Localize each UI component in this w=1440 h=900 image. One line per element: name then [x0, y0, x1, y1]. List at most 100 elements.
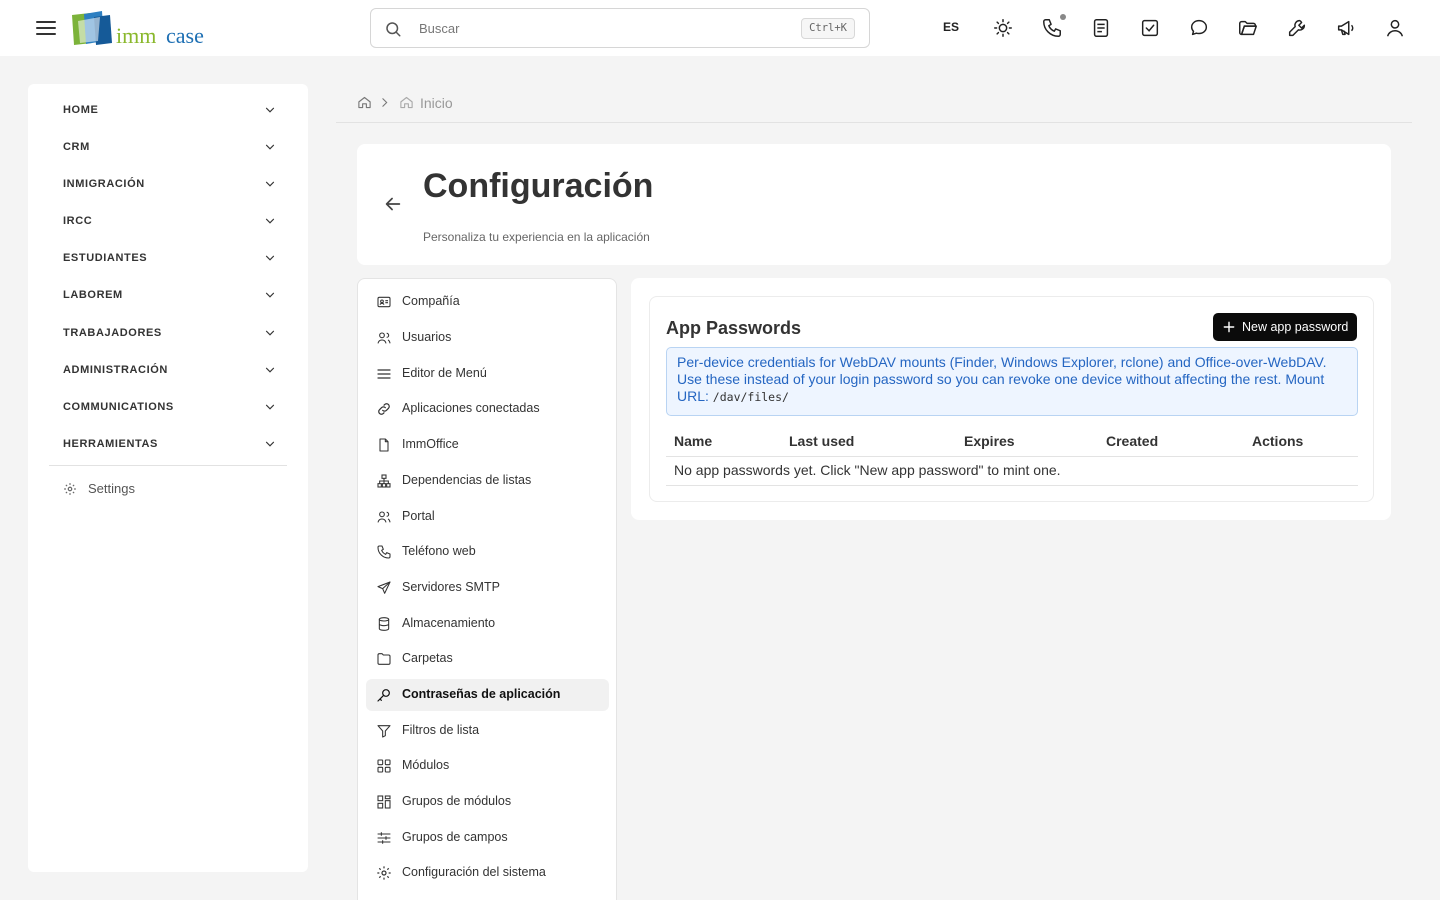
settings-item-label: Grupos de módulos: [402, 794, 512, 808]
page-subtitle: Personaliza tu experiencia en la aplicac…: [423, 230, 650, 244]
settings-item-label: Almacenamiento: [402, 616, 496, 630]
send-icon: [377, 581, 391, 594]
table-row-divider: [666, 485, 1358, 486]
gear-icon: [377, 866, 391, 880]
tasks-icon[interactable]: [1139, 17, 1161, 39]
home-icon[interactable]: [357, 95, 372, 110]
section-title: App Passwords: [666, 318, 802, 338]
link-icon: [378, 403, 390, 415]
nav-item-label: INMIGRACIÓN: [63, 178, 145, 190]
mount-url: /dav/files/: [712, 390, 789, 404]
filter-icon: [377, 725, 391, 738]
settings-item-almacenamiento[interactable]: Almacenamiento: [366, 608, 609, 640]
grid-icon: [377, 759, 391, 773]
nav-item-label: HERRAMIENTAS: [63, 438, 158, 450]
sidebar-divider: [49, 465, 287, 466]
settings-item-dependencias[interactable]: Dependencias de listas: [366, 465, 609, 497]
search-input[interactable]: [419, 18, 779, 38]
plus-icon: [1223, 321, 1235, 333]
column-header-expires: Expires: [964, 433, 1015, 449]
notification-dot: [1060, 14, 1066, 20]
settings-item-immoffice[interactable]: ImmOffice: [366, 429, 609, 461]
phone-icon: [377, 545, 391, 559]
new-app-password-button[interactable]: New app password: [1213, 313, 1357, 341]
language-switcher[interactable]: ES: [940, 20, 962, 34]
nav-item-inmigracion[interactable]: INMIGRACIÓN: [63, 175, 277, 195]
settings-item-compania[interactable]: Compañía: [366, 286, 609, 318]
chevron-down-icon: [265, 367, 275, 373]
breadcrumb-divider: [336, 122, 1412, 123]
settings-item-grupos-modulos[interactable]: Grupos de módulos: [366, 786, 609, 818]
hamburger-menu-icon[interactable]: [34, 16, 58, 40]
chevron-down-icon: [265, 404, 275, 410]
nav-item-estudiantes[interactable]: ESTUDIANTES: [63, 249, 277, 269]
nav-item-laborem[interactable]: LABOREM: [63, 286, 277, 306]
back-arrow-icon[interactable]: [382, 193, 404, 215]
chevron-down-icon: [265, 441, 275, 447]
megaphone-icon[interactable]: [1335, 17, 1357, 39]
id-card-icon: [377, 296, 391, 308]
settings-item-grupos-campos[interactable]: Grupos de campos: [366, 822, 609, 854]
hierarchy-icon: [377, 474, 391, 488]
settings-label: Settings: [88, 481, 135, 496]
nav-item-label: ADMINISTRACIÓN: [63, 364, 168, 376]
nav-item-crm[interactable]: CRM: [63, 138, 277, 158]
new-app-password-label: New app password: [1242, 320, 1349, 334]
nav-item-label: COMMUNICATIONS: [63, 401, 174, 413]
settings-item-telefono-web[interactable]: Teléfono web: [366, 536, 609, 568]
chat-icon[interactable]: [1188, 17, 1210, 39]
settings-item-aplicaciones-conectadas[interactable]: Aplicaciones conectadas: [366, 393, 609, 425]
gear-icon: [64, 483, 76, 495]
settings-item-usuarios[interactable]: Usuarios: [366, 322, 609, 354]
column-header-created: Created: [1106, 433, 1159, 449]
settings-item-contrasenas-aplicacion[interactable]: Contraseñas de aplicación: [366, 679, 609, 711]
sliders-icon: [377, 832, 391, 844]
settings-item-label: Grupos de campos: [402, 830, 508, 844]
logo-text-case: case: [166, 23, 204, 48]
nav-item-label: IRCC: [63, 215, 93, 227]
nav-item-label: TRABAJADORES: [63, 327, 162, 339]
nav-item-ircc[interactable]: IRCC: [63, 212, 277, 232]
page-title: Configuración: [423, 167, 654, 205]
settings-item-label: Módulos: [402, 758, 450, 772]
app-passwords-panel: App Passwords New app password Per-devic…: [631, 278, 1391, 520]
page-header-card: Configuración Personaliza tu experiencia…: [357, 144, 1391, 265]
app-passwords-card: App Passwords New app password Per-devic…: [649, 296, 1374, 502]
nav-item-herramientas[interactable]: HERRAMIENTAS: [63, 435, 277, 455]
nav-item-home[interactable]: HOME: [63, 101, 277, 121]
sun-icon[interactable]: [992, 17, 1014, 39]
settings-item-editor-menu[interactable]: Editor de Menú: [366, 358, 609, 390]
settings-menu: Compañía Usuarios Editor de Menú Aplicac…: [357, 278, 617, 900]
chevron-down-icon: [265, 330, 275, 336]
breadcrumb-current: Inicio: [420, 95, 453, 111]
settings-item-portal[interactable]: Portal: [366, 501, 609, 533]
settings-item-filtros-lista[interactable]: Filtros de lista: [366, 715, 609, 747]
phone-icon[interactable]: [1041, 17, 1063, 39]
user-icon[interactable]: [1384, 17, 1406, 39]
notes-icon[interactable]: [1090, 17, 1112, 39]
settings-item-smtp[interactable]: Servidores SMTP: [366, 572, 609, 604]
sidebar-settings-link[interactable]: Settings: [63, 479, 183, 501]
file-icon: [379, 438, 389, 452]
logo-text-imm: imm: [116, 23, 157, 48]
column-header-name: Name: [674, 433, 713, 449]
info-callout: Per-device credentials for WebDAV mounts…: [666, 347, 1358, 416]
settings-item-modulos[interactable]: Módulos: [366, 750, 609, 782]
nav-item-administracion[interactable]: ADMINISTRACIÓN: [63, 361, 277, 381]
logo[interactable]: imm case: [70, 11, 210, 48]
users-icon: [377, 332, 391, 344]
nav-item-communications[interactable]: COMMUNICATIONS: [63, 398, 277, 418]
main-sidebar: HOME CRM INMIGRACIÓN IRCC ESTUDIANTES LA…: [28, 84, 308, 872]
search-icon: [386, 22, 401, 37]
nav-item-trabajadores[interactable]: TRABAJADORES: [63, 324, 277, 344]
chevron-down-icon: [265, 292, 275, 298]
settings-item-carpetas[interactable]: Carpetas: [366, 643, 609, 675]
settings-item-label: Servidores SMTP: [402, 580, 500, 594]
settings-item-label: Compañía: [402, 294, 460, 308]
search-box[interactable]: Ctrl+K: [370, 8, 870, 48]
database-icon: [378, 617, 390, 631]
settings-item-label: ImmOffice: [402, 437, 459, 451]
settings-item-configuracion-sistema[interactable]: Configuración del sistema: [366, 857, 609, 889]
folder-open-icon[interactable]: [1237, 17, 1259, 39]
wrench-icon[interactable]: [1286, 17, 1308, 39]
